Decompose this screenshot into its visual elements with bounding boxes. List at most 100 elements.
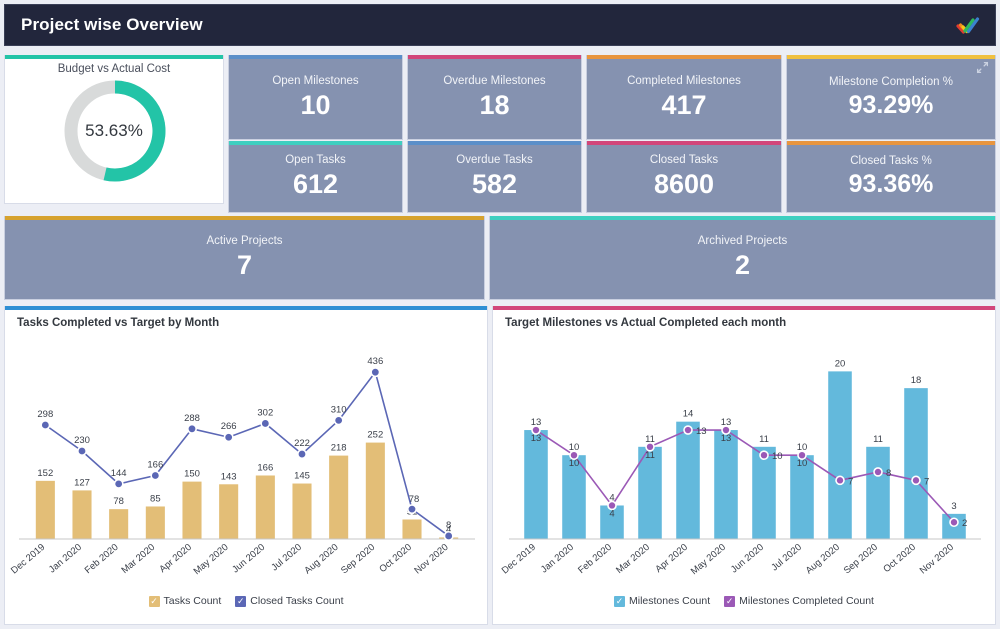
- kpi-card-overdue-milestones[interactable]: Overdue Milestones 18: [407, 55, 582, 140]
- legend-item[interactable]: ✓ Tasks Count: [148, 595, 222, 607]
- donut-chart-title: Budget vs Actual Cost: [57, 63, 171, 75]
- bar-Dec 2019[interactable]: [524, 430, 548, 539]
- kpi-label: Overdue Tasks: [456, 154, 533, 167]
- bar-Aug 2020[interactable]: [828, 371, 852, 539]
- legend-label: Milestones Count: [629, 595, 711, 607]
- line-point-Dec 2019[interactable]: [40, 419, 51, 430]
- kpi-card-open-tasks[interactable]: Open Tasks 612: [228, 141, 403, 213]
- project-card-archived-projects[interactable]: Archived Projects 2: [489, 216, 996, 300]
- kpi-label: Overdue Milestones: [443, 74, 546, 87]
- bar-value-label: 11: [759, 434, 769, 445]
- line-value-label: 166: [147, 459, 163, 470]
- bar-value-label: 85: [150, 493, 161, 504]
- x-axis-tick-label: Nov 2020: [412, 542, 450, 577]
- bar-Apr 2020[interactable]: [182, 481, 202, 539]
- chart-legend-right: ✓ Milestones Count ✓ Milestones Completed C…: [493, 595, 995, 607]
- legend-item[interactable]: ✓ Milestones Completed Count: [724, 595, 874, 607]
- legend-checkbox-icon[interactable]: ✓: [235, 595, 247, 607]
- bar-Sep 2020[interactable]: [365, 442, 385, 539]
- bar-Jun 2020[interactable]: [255, 475, 275, 539]
- bar-May 2020[interactable]: [714, 430, 738, 539]
- bar-value-label: 152: [37, 468, 53, 479]
- line-point-Apr 2020[interactable]: [187, 423, 198, 434]
- bar-Oct 2020[interactable]: [402, 519, 422, 539]
- line-point-Sep 2020[interactable]: [873, 467, 883, 477]
- x-axis-tick-label: Jun 2020: [729, 542, 766, 576]
- line-point-Oct 2020[interactable]: [406, 504, 417, 515]
- kpi-card-milestone-completion[interactable]: Milestone Completion % 93.29%: [786, 55, 996, 140]
- line-point-Aug 2020[interactable]: [333, 415, 344, 426]
- bar-value-label: 143: [221, 471, 237, 482]
- kpi-value: 417: [661, 89, 707, 120]
- kpi-value: 8600: [653, 169, 715, 200]
- line-point-Oct 2020[interactable]: [911, 475, 921, 486]
- kpi-card-closed-tasks[interactable]: Closed Tasks 8600: [586, 141, 782, 213]
- chart-plot-right: 1310411141311102011183131041113131010787…: [500, 358, 981, 577]
- project-card-active-projects[interactable]: Active Projects 7: [4, 216, 485, 300]
- bar-May 2020[interactable]: [219, 484, 239, 539]
- bar-Sep 2020[interactable]: [866, 446, 890, 539]
- kpi-value: 582: [471, 169, 518, 200]
- kpi-card-overdue-tasks[interactable]: Overdue Tasks 582: [407, 141, 582, 213]
- legend-item[interactable]: ✓ Closed Tasks Count: [235, 595, 343, 607]
- line-point-Nov 2020[interactable]: [443, 530, 454, 541]
- line-value-label: 10: [772, 451, 783, 462]
- card-accent-bar: [787, 55, 995, 59]
- card-accent-bar: [587, 55, 781, 59]
- card-accent-bar: [787, 141, 995, 145]
- bar-value-label: 252: [367, 430, 383, 441]
- chart-legend-left: ✓ Tasks Count ✓ Closed Tasks Count: [5, 595, 487, 607]
- line-point-Jun 2020[interactable]: [260, 418, 271, 429]
- legend-checkbox-icon[interactable]: ✓: [724, 595, 736, 607]
- line-point-May 2020[interactable]: [223, 432, 234, 443]
- dashboard-page: Project wise Overview Budget vs Actual C…: [0, 0, 1000, 629]
- legend-checkbox-icon[interactable]: ✓: [614, 595, 626, 607]
- tasks-completed-vs-target-card[interactable]: Tasks Completed vs Target by Month 152 12…: [4, 306, 488, 625]
- kpi-value: 18: [479, 89, 510, 120]
- line-value-label: 288: [184, 413, 200, 424]
- line-point-Feb 2020[interactable]: [113, 478, 124, 489]
- target-milestones-vs-actual-card[interactable]: Target Milestones vs Actual Completed ea…: [492, 306, 996, 625]
- line-point-Apr 2020[interactable]: [683, 425, 693, 435]
- x-axis-tick-label: Jun 2020: [230, 542, 267, 576]
- page-title: Project wise Overview: [21, 15, 203, 34]
- legend-label: Tasks Count: [163, 595, 222, 607]
- bar-Aug 2020[interactable]: [329, 455, 349, 539]
- line-point-Sep 2020[interactable]: [370, 367, 381, 378]
- line-point-Jun 2020[interactable]: [759, 450, 769, 460]
- card-accent-bar: [490, 216, 995, 220]
- line-value-label: 4: [609, 508, 614, 519]
- card-accent-bar: [5, 216, 484, 220]
- expand-arrow-icon[interactable]: [976, 61, 989, 74]
- line-point-Mar 2020[interactable]: [150, 470, 161, 481]
- line-point-Nov 2020[interactable]: [949, 517, 959, 528]
- line-point-Jan 2020[interactable]: [77, 446, 88, 457]
- project-card-label: Archived Projects: [697, 235, 788, 248]
- x-axis-tick-label: Sep 2020: [842, 542, 880, 577]
- kpi-value: 93.36%: [848, 170, 934, 199]
- chart-plot-left: 1521277885150143166145218252514298230144…: [9, 356, 475, 577]
- bar-Feb 2020[interactable]: [109, 509, 129, 539]
- kpi-card-closed-tasks[interactable]: Closed Tasks % 93.36%: [786, 141, 996, 213]
- x-axis-tick-label: Jul 2020: [769, 542, 804, 574]
- bar-Mar 2020[interactable]: [145, 506, 165, 539]
- kpi-value: 93.29%: [848, 90, 934, 119]
- kpi-card-open-milestones[interactable]: Open Milestones 10: [228, 55, 403, 140]
- budget-vs-actual-cost-card[interactable]: Budget vs Actual Cost 53.63%: [4, 55, 224, 204]
- project-card-value: 2: [734, 250, 751, 281]
- legend-checkbox-icon[interactable]: ✓: [148, 595, 160, 607]
- bar-Jan 2020[interactable]: [72, 490, 92, 539]
- bar-Oct 2020[interactable]: [904, 388, 928, 539]
- line-value-label: 10: [569, 458, 580, 469]
- bar-Apr 2020[interactable]: [676, 421, 700, 539]
- bar-Dec 2019[interactable]: [35, 480, 55, 539]
- bar-value-label: 150: [184, 469, 200, 480]
- legend-item[interactable]: ✓ Milestones Count: [614, 595, 710, 607]
- line-point-Aug 2020[interactable]: [835, 475, 845, 486]
- card-accent-bar: [229, 55, 402, 59]
- line-point-Jul 2020[interactable]: [296, 449, 307, 460]
- kpi-card-completed-milestones[interactable]: Completed Milestones 417: [586, 55, 782, 140]
- bar-Jul 2020[interactable]: [292, 483, 312, 539]
- x-axis-tick-label: Dec 2019: [9, 542, 47, 577]
- project-card-value: 7: [236, 250, 253, 281]
